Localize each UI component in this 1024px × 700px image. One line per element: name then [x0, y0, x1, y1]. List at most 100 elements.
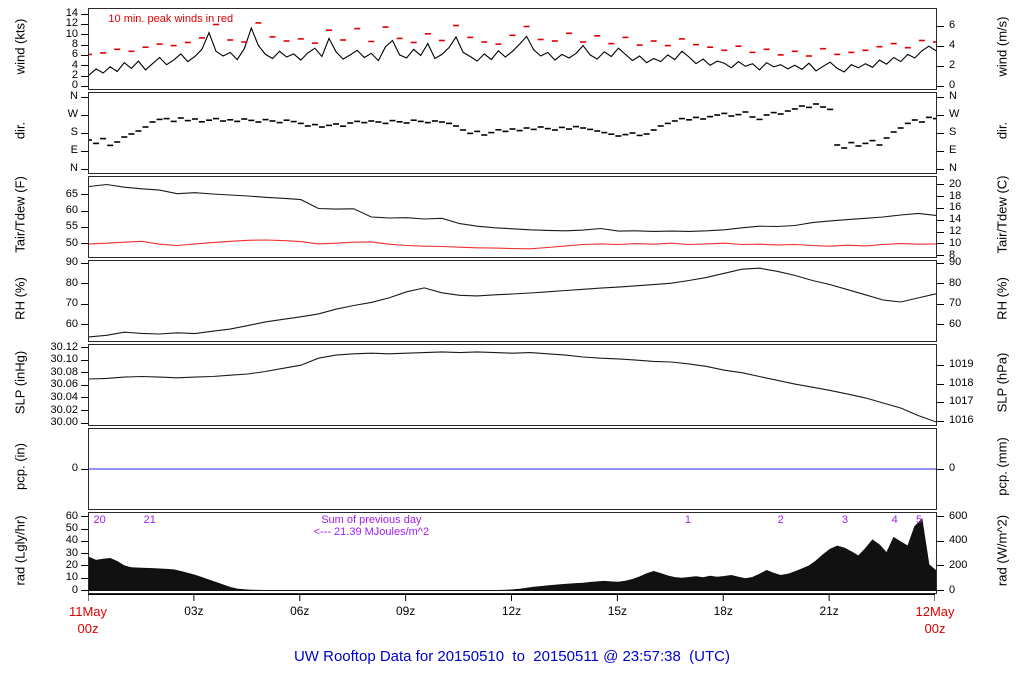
wind-annotation: 10 min. peak winds in red — [108, 13, 234, 25]
wind-left-tick — [81, 55, 88, 56]
temp-left-tick-label: 50 — [65, 237, 78, 249]
rh-left-tick — [81, 304, 88, 305]
rh-left-tick-label: 80 — [65, 277, 78, 289]
panel-slp — [88, 344, 937, 426]
x-tick-label: 06z — [290, 604, 310, 618]
dir-left-tick-label: N — [70, 90, 78, 102]
dir-left-tick — [81, 97, 88, 98]
rh-left-tick — [81, 324, 88, 325]
rh-left-tick-label: 60 — [65, 318, 78, 330]
dir-left-tick-label: E — [70, 144, 78, 156]
wind-left-tick-label: 14 — [65, 7, 78, 19]
slp-right-tick — [937, 365, 944, 366]
rad-left-tick — [81, 541, 88, 542]
dir-left-tick-label: S — [70, 126, 78, 138]
x-tick-label: 03z — [184, 604, 204, 618]
panel-wind: 10 min. peak winds in red — [88, 8, 937, 90]
rad-left-tick — [81, 553, 88, 554]
x-tick-label: 11May — [68, 604, 108, 619]
x-tick-label: 09z — [395, 604, 416, 618]
x-tick-label: 21z — [819, 604, 839, 618]
rh-pct-series — [89, 267, 936, 338]
slp-left-tick — [81, 410, 88, 411]
temp-left-tick — [81, 194, 88, 195]
rh-left-tick-label: 90 — [65, 256, 78, 268]
slp-left-tick-label: 30.10 — [50, 353, 78, 365]
temp-right-tick — [937, 243, 944, 244]
pcp-left-tick — [81, 469, 88, 470]
slp-left-tick — [81, 385, 88, 386]
rad-annotation: Sum of previous day — [321, 514, 422, 526]
slp-left-tick — [81, 397, 88, 398]
wind-right-tick — [937, 26, 944, 27]
rh-left-tick — [81, 283, 88, 284]
rh-right-tick — [937, 283, 944, 284]
wind-right-tick — [937, 86, 944, 87]
wind-left-tick — [81, 76, 88, 77]
dir-left-tick — [81, 151, 88, 152]
temp-left-tick-label: 65 — [65, 188, 78, 200]
wind-left-tick — [81, 86, 88, 87]
pcp-plot-area — [89, 468, 936, 470]
slp-left-tick-label: 30.00 — [50, 416, 78, 428]
weather-chart-page: 10 min. peak winds in red 20 21 1 2 3 4 5 Sum of… — [0, 0, 1024, 700]
slp-left-tick-label: 30.12 — [50, 341, 78, 353]
rad-left-tick-label: 30 — [65, 547, 78, 559]
temp-right-tick — [937, 232, 944, 233]
slp-left-tick-label: 30.08 — [50, 366, 78, 378]
dir-left-tick — [81, 133, 88, 134]
slp-left-tick-label: 30.02 — [50, 404, 78, 416]
rad-left-tick-label: 40 — [65, 534, 78, 546]
dir-right-tick — [937, 133, 944, 134]
temp-left-tick-label: 55 — [65, 220, 78, 232]
wind-left-tick — [81, 45, 88, 46]
rad-right-tick — [937, 516, 944, 517]
temp-right-tick — [937, 208, 944, 209]
wind-left-tick — [81, 65, 88, 66]
temp-left-tick — [81, 243, 88, 244]
x-axis-line — [88, 594, 935, 601]
panel-rad: 20 21 1 2 3 4 5 Sum of previous day <--- 21.39 M… — [88, 512, 937, 594]
temp-left-tick — [81, 211, 88, 212]
rad-left-tick — [81, 565, 88, 566]
dir-left-tick-label: N — [70, 162, 78, 174]
rad-left-tick — [81, 578, 88, 579]
temp-right-tick — [937, 184, 944, 185]
pcp-right-tick — [937, 469, 944, 470]
rad-left-tick-label: 20 — [65, 559, 78, 571]
dir-left-tick — [81, 169, 88, 170]
dir-right-tick — [937, 169, 944, 170]
x-tick-label: 18z — [713, 604, 733, 618]
temp-right-tick — [937, 220, 944, 221]
solar-radiation-lgly-series — [89, 518, 936, 591]
slp-plot-area — [89, 351, 936, 423]
slp-right-tick — [937, 402, 944, 403]
rh-left-tick — [81, 263, 88, 264]
rad-left-tick — [81, 590, 88, 591]
dir-left-tick-label: W — [67, 108, 78, 120]
dir-left-tick — [81, 115, 88, 116]
slp-inhg-series — [89, 351, 936, 423]
wind-direction-deg-series — [89, 103, 936, 149]
rad-right-axis-title: rad (W/m^2) — [994, 514, 1010, 587]
chart-title: UW Rooftop Data for 20150510 to 20150511… — [293, 648, 731, 665]
x-tick-label: 00z — [924, 621, 946, 636]
rad-right-tick — [937, 541, 944, 542]
dir-right-tick — [937, 97, 944, 98]
temp-plot-area — [89, 183, 936, 250]
tair-f-series — [89, 183, 936, 232]
panel-temp — [88, 176, 937, 258]
dir-right-tick — [937, 115, 944, 116]
slp-left-tick — [81, 360, 88, 361]
dir-plot-area — [89, 103, 936, 149]
slp-left-tick-label: 30.06 — [50, 378, 78, 390]
rh-left-tick-label: 70 — [65, 297, 78, 309]
x-tick-label: 15z — [607, 604, 628, 618]
slp-left-tick — [81, 423, 88, 424]
rad-left-tick-label: 0 — [71, 584, 78, 596]
wind-left-tick — [81, 14, 88, 15]
x-tick-label: 12z — [501, 604, 522, 618]
rh-right-tick — [937, 304, 944, 305]
wind-right-tick — [937, 66, 944, 67]
rad-annotation: <--- 21.39 MJoules/m^2 — [313, 526, 430, 538]
